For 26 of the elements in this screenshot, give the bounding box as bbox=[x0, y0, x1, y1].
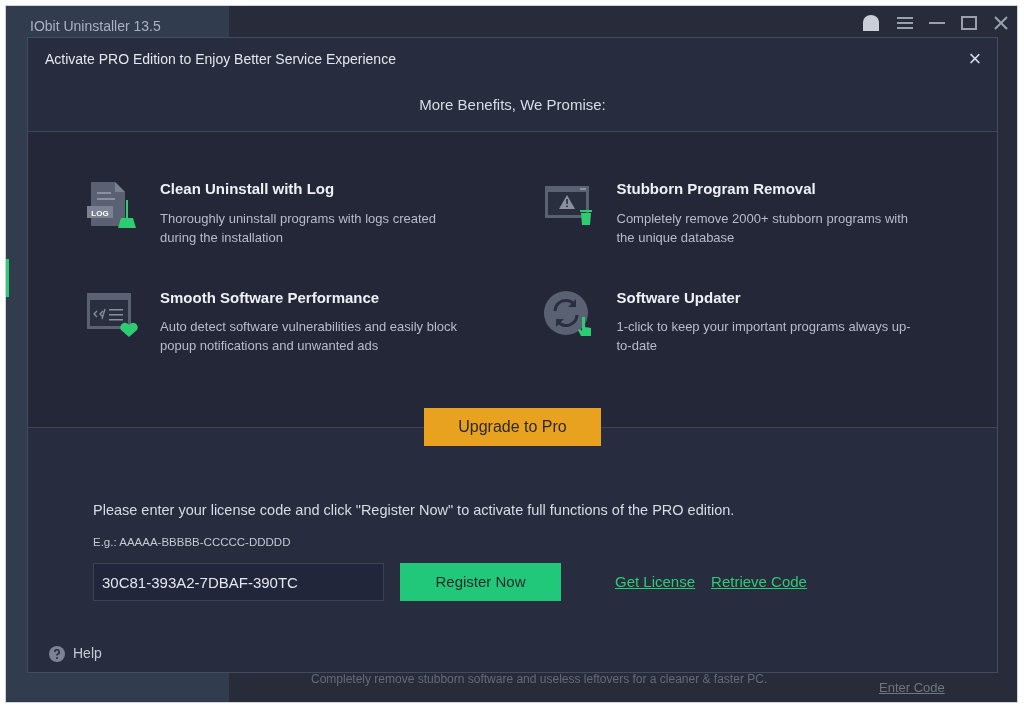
feature-title: Smooth Software Performance bbox=[160, 287, 381, 308]
feature-description: 1-click to keep your important programs always up-to-date bbox=[616, 318, 912, 355]
selection-indicator bbox=[6, 259, 9, 297]
benefits-heading: More Benefits, We Promise: bbox=[419, 95, 606, 116]
feature-description: Thoroughly uninstall programs with logs created during the installation bbox=[160, 209, 438, 247]
register-button[interactable]: Register Now bbox=[400, 563, 561, 601]
menu-icon[interactable] bbox=[897, 15, 913, 31]
footer-description: Completely remove stubborn software and useless leftovers for a cleaner & faster PC. bbox=[311, 671, 768, 688]
feature-title: Clean Uninstall with Log bbox=[160, 179, 336, 199]
upgrade-button[interactable]: Upgrade to Pro bbox=[424, 408, 601, 446]
feature-description: Auto detect software vulnerabilities and easily block popup notifications and unwanted ads bbox=[160, 318, 458, 355]
close-icon[interactable] bbox=[993, 15, 1009, 31]
app-title: IObit Uninstaller 13.5 bbox=[30, 17, 161, 35]
close-button[interactable]: × bbox=[963, 47, 987, 71]
example-text: E.g.: AAAAA-BBBBB-CCCCC-DDDDD bbox=[93, 534, 292, 550]
help-icon[interactable] bbox=[49, 645, 65, 662]
feature-description: Completely remove 2000+ stubborn programs with the unique database bbox=[616, 209, 910, 247]
feature-title: Stubborn Program Removal bbox=[616, 179, 817, 199]
link[interactable]: Retrieve Code bbox=[711, 570, 807, 594]
link[interactable]: Get License bbox=[615, 570, 696, 594]
dialog-title: Activate PRO Edition to Enjoy Better Service Experience bbox=[45, 49, 396, 69]
maximize-icon[interactable] bbox=[961, 15, 977, 31]
help-link[interactable]: Help bbox=[73, 643, 102, 664]
license-input-field[interactable]: 30C81-393A2-7DBAF-390TC bbox=[93, 563, 384, 601]
instructions-text: Please enter your license code and click "Register Now" to activate full functions of the PRO edition. bbox=[93, 501, 736, 520]
feature-title: Software Updater bbox=[616, 287, 742, 308]
